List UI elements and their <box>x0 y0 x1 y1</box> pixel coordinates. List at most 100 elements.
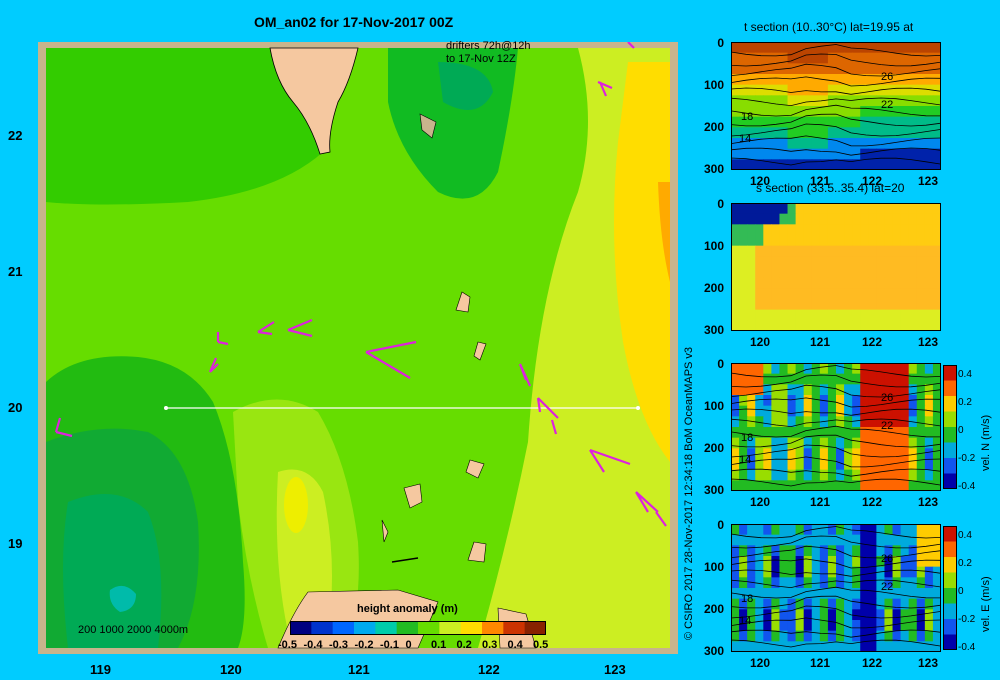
panel-plot: 26 22 18 14 <box>731 42 941 170</box>
panel-plot <box>731 203 941 331</box>
depth-tick-label: 0 <box>717 518 724 532</box>
lon-tick-label: 120 <box>750 656 771 670</box>
contour-label: 18 <box>741 593 753 605</box>
depth-tick-label: 0 <box>717 357 724 371</box>
colorbar-tick-label: -0.3 <box>329 639 348 651</box>
drifter-note: drifters 72h@12h to 17-Nov 12Z <box>446 40 531 65</box>
velocity-tick-label: -0.4 <box>958 642 976 653</box>
colorbar-swatch <box>503 621 526 635</box>
panel-title: s section (33.5..35.4) lat=20 <box>756 181 905 195</box>
lon-tick-label: 120 <box>220 662 242 677</box>
colorbar-tick-label: 0 <box>405 639 412 651</box>
depth-tick-label: 100 <box>703 239 724 253</box>
lon-tick-label: 123 <box>604 662 626 677</box>
velocity-tick-label: 0.2 <box>958 397 972 408</box>
velocity-colorbar-label: vel. N (m/s) <box>980 414 992 471</box>
contour-label: 22 <box>881 581 893 593</box>
depth-tick-label: 0 <box>717 36 724 50</box>
panel-title: t section (10..30°C) lat=19.95 at <box>744 20 914 34</box>
velocity-tick-label: 0 <box>958 425 964 436</box>
colorbar-tick-label: 0.2 <box>456 639 472 651</box>
depth-tick-label: 300 <box>703 483 724 497</box>
contour-label: 26 <box>881 553 893 565</box>
depth-tick-label: 0 <box>717 197 724 211</box>
lon-tick-label: 123 <box>918 656 939 670</box>
velocity-tick-label: -0.2 <box>958 614 976 625</box>
lat-tick-label: 20 <box>8 400 23 415</box>
contour-label: 14 <box>739 454 751 466</box>
contour-label: 22 <box>881 99 893 111</box>
lat-tick-label: 21 <box>8 264 23 279</box>
depth-tick-label: 300 <box>703 162 724 176</box>
colorbar-swatch <box>396 621 419 635</box>
depth-tick-label: 300 <box>703 323 724 337</box>
contour-label: 22 <box>881 420 893 432</box>
colorbar-tick-label: 0.3 <box>482 639 498 651</box>
colorbar-swatch <box>290 621 312 635</box>
lon-tick-label: 122 <box>862 495 883 509</box>
depth-tick-label: 200 <box>703 281 724 295</box>
velocity-tick-label: 0.4 <box>958 369 972 380</box>
lat-tick-label: 19 <box>8 536 23 551</box>
colorbar-tick-label: 0.4 <box>507 639 523 651</box>
depth-tick-label: 100 <box>703 560 724 574</box>
contour-label: 26 <box>881 71 893 83</box>
contour-label: 14 <box>739 615 751 627</box>
lon-tick-label: 119 <box>90 662 111 677</box>
colorbar-tick-label: 0.5 <box>533 639 549 651</box>
contour-label: 18 <box>741 111 753 123</box>
colorbar <box>290 621 546 635</box>
colorbar-tick-label: 0.1 <box>431 639 447 651</box>
lon-tick-label: 122 <box>478 662 500 677</box>
velocity-tick-label: 0 <box>958 586 964 597</box>
panel-plot: 26 22 18 14 <box>731 363 941 491</box>
depth-tick-label: 100 <box>703 78 724 92</box>
map-title: OM_an02 for 17-Nov-2017 00Z <box>254 14 454 30</box>
lon-tick-label: 121 <box>348 662 370 677</box>
contour-label: 14 <box>739 133 751 145</box>
velocity-colorbar <box>943 526 957 650</box>
lon-tick-label: 120 <box>750 495 771 509</box>
depth-tick-label: 200 <box>703 602 724 616</box>
contour-label: 18 <box>741 432 753 444</box>
velocity-tick-label: 0.2 <box>958 558 972 569</box>
credit-text: © CSIRO 2017 28-Nov-2017 12:34:18 BoM Oc… <box>683 346 695 640</box>
lon-tick-label: 123 <box>918 174 939 188</box>
panel-plot: 26 22 18 14 <box>731 524 941 652</box>
velocity-tick-label: -0.4 <box>958 481 976 492</box>
lon-tick-label: 122 <box>862 656 883 670</box>
colorbar-swatch <box>482 621 504 635</box>
velocity-colorbar <box>943 365 957 489</box>
velocity-colorbar-label: vel. E (m/s) <box>980 576 992 632</box>
colorbar-tick-label: -0.5 <box>278 639 297 651</box>
depth-tick-label: 200 <box>703 441 724 455</box>
colorbar-swatch <box>375 621 398 635</box>
colorbar-tick-label: -0.4 <box>303 639 323 651</box>
contour-label: 26 <box>881 392 893 404</box>
depth-tick-label: 200 <box>703 120 724 134</box>
colorbar-swatch <box>524 621 546 635</box>
lon-tick-label: 122 <box>862 335 883 349</box>
colorbar-swatch <box>418 621 440 635</box>
main-map <box>38 42 678 654</box>
colorbar-swatch <box>439 621 462 635</box>
lon-tick-label: 121 <box>810 656 831 670</box>
colorbar-swatch <box>311 621 334 635</box>
lon-tick-label: 120 <box>750 335 771 349</box>
lat-tick-label: 22 <box>8 128 23 143</box>
colorbar-title: height anomaly (m) <box>357 603 458 615</box>
lon-tick-label: 121 <box>810 495 831 509</box>
depth-legend: 200 1000 2000 4000m <box>78 624 189 636</box>
lon-tick-label: 123 <box>918 495 939 509</box>
colorbar-swatch <box>460 621 483 635</box>
lon-tick-label: 121 <box>810 335 831 349</box>
colorbar-swatch <box>332 621 355 635</box>
depth-tick-label: 100 <box>703 399 724 413</box>
lon-tick-label: 123 <box>918 335 939 349</box>
velocity-tick-label: -0.2 <box>958 453 976 464</box>
colorbar-tick-label: -0.1 <box>380 639 399 651</box>
colorbar-tick-label: -0.2 <box>354 639 374 651</box>
depth-tick-label: 300 <box>703 644 724 658</box>
colorbar-swatch <box>354 621 376 635</box>
velocity-tick-label: 0.4 <box>958 530 972 541</box>
